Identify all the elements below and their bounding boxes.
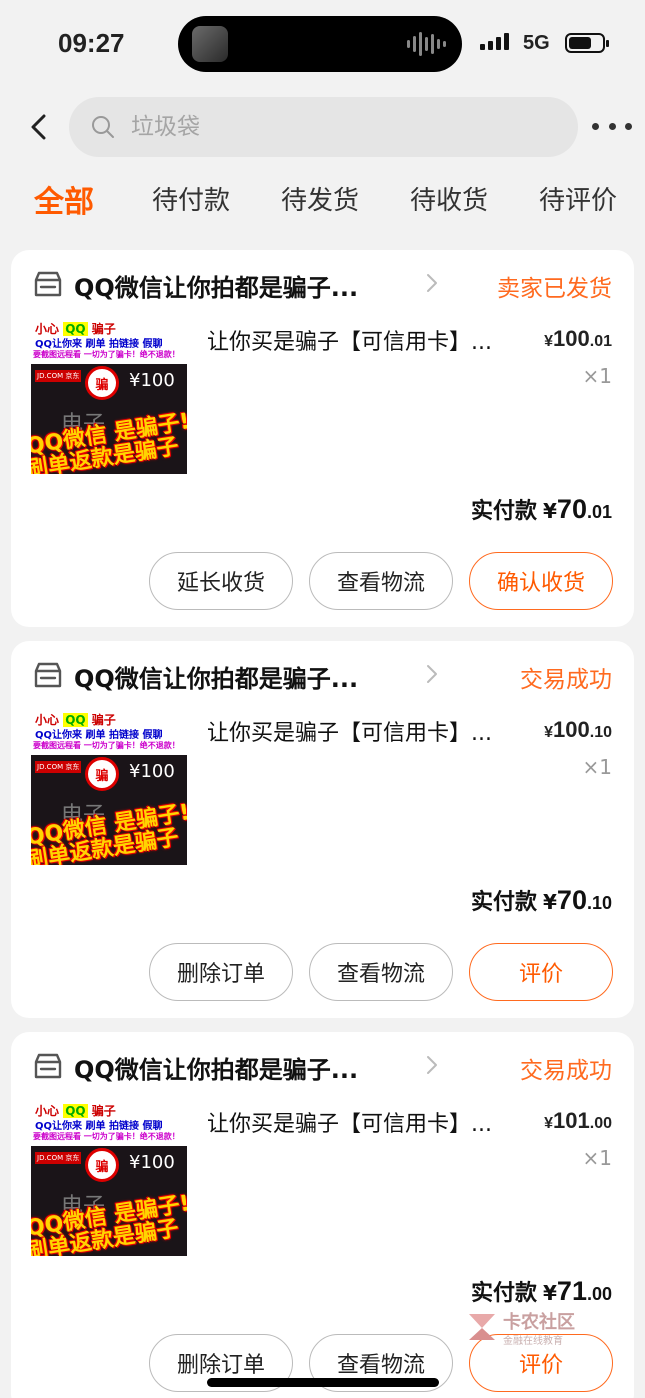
order-card-header: QQ微信让你拍都是骗子... 交易成功 [11, 1032, 634, 1098]
store-icon [34, 662, 62, 688]
thumb-text: JD.COM 京东 [35, 761, 82, 773]
order-card[interactable]: QQ微信让你拍都是骗子... 卖家已发货 小心 QQ 骗子 QQ让你来 刷单 拍… [11, 250, 634, 627]
chevron-right-icon[interactable] [421, 272, 443, 294]
thumb-text: 骗 [85, 366, 119, 400]
tab-pending-payment[interactable]: 待付款 [152, 180, 230, 217]
view-logistics-button[interactable]: 查看物流 [309, 943, 453, 1001]
thumb-text: 骗 [85, 1148, 119, 1182]
more-options-icon[interactable] [592, 116, 632, 136]
thumb-text: 骗子 [91, 322, 116, 336]
thumb-text: 小心 [35, 713, 60, 727]
thumb-text: QQ [63, 713, 88, 727]
quantity: ×1 [582, 1146, 612, 1170]
product-thumbnail[interactable]: 小心 QQ 骗子 QQ让你来 刷单 拍链接 假聊 要截图远程看 一切为了骗卡！绝… [31, 1100, 187, 1256]
shop-name[interactable]: QQ微信让你拍都是骗子... [74, 1050, 358, 1085]
quantity: ×1 [582, 364, 612, 388]
now-playing-artwork [192, 26, 228, 62]
unit-price: ¥100.10 [544, 717, 612, 742]
order-status: 卖家已发货 [497, 276, 612, 302]
thumb-text: ¥100 [129, 1152, 175, 1173]
thumb-text: QQ让你来 刷单 拍链接 假聊 [35, 730, 163, 741]
thumb-text: 小心 [35, 1104, 60, 1118]
cellular-signal-icon [480, 32, 509, 50]
tab-pending-receipt[interactable]: 待收货 [410, 180, 488, 217]
shop-name[interactable]: QQ微信让你拍都是骗子... [74, 659, 358, 694]
product-title[interactable]: 让你买是骗子【可信用卡】... [207, 715, 531, 747]
watermark-logo-icon [469, 1314, 495, 1340]
tab-pending-review[interactable]: 待评价 [539, 180, 617, 217]
home-indicator[interactable] [207, 1378, 439, 1387]
thumb-text: QQ [63, 322, 88, 336]
network-type: 5G [523, 32, 550, 54]
thumb-text: QQ让你来 刷单 拍链接 假聊 [35, 1121, 163, 1132]
chevron-right-icon[interactable] [421, 1054, 443, 1076]
battery-level [569, 37, 591, 49]
product-title[interactable]: 让你买是骗子【可信用卡】... [207, 324, 531, 356]
order-tabs: 全部 待付款 待发货 待收货 待评价 [0, 180, 645, 230]
tab-pending-shipment[interactable]: 待发货 [281, 180, 359, 217]
order-status: 交易成功 [520, 1058, 612, 1084]
thumb-text: 骗子 [91, 1104, 116, 1118]
thumb-text: ¥100 [129, 761, 175, 782]
amount-paid: 实付款 ¥70.10 [470, 885, 612, 915]
dynamic-island[interactable] [178, 16, 462, 72]
order-action-button[interactable]: 延长收货 [149, 552, 293, 610]
primary-action-button[interactable]: 评价 [469, 943, 613, 1001]
chevron-left-icon [31, 114, 46, 140]
tab-all[interactable]: 全部 [34, 177, 94, 221]
order-card-header: QQ微信让你拍都是骗子... 卖家已发货 [11, 250, 634, 316]
search-icon [92, 116, 114, 138]
product-thumbnail[interactable]: 小心 QQ 骗子 QQ让你来 刷单 拍链接 假聊 要截图远程看 一切为了骗卡！绝… [31, 318, 187, 474]
thumb-text: JD.COM 京东 [35, 1152, 82, 1164]
thumb-text: 骗子 [91, 713, 116, 727]
thumb-text: 要截图远程看 一切为了骗卡！绝不退款！ [33, 741, 180, 750]
chevron-right-icon[interactable] [421, 663, 443, 685]
thumb-text: ¥100 [129, 370, 175, 391]
order-status: 交易成功 [520, 667, 612, 693]
product-title[interactable]: 让你买是骗子【可信用卡】... [207, 1106, 531, 1138]
store-icon [34, 1053, 62, 1079]
thumb-text: QQ让你来 刷单 拍链接 假聊 [35, 339, 163, 350]
thumb-text: 小心 [35, 322, 60, 336]
battery-icon [565, 33, 609, 53]
quantity: ×1 [582, 755, 612, 779]
thumb-text: QQ [63, 1104, 88, 1118]
order-card[interactable]: QQ微信让你拍都是骗子... 交易成功 小心 QQ 骗子 QQ让你来 刷单 拍链… [11, 641, 634, 1018]
product-thumbnail[interactable]: 小心 QQ 骗子 QQ让你来 刷单 拍链接 假聊 要截图远程看 一切为了骗卡！绝… [31, 709, 187, 865]
amount-paid: 实付款 ¥71.00 [470, 1276, 612, 1306]
primary-action-button[interactable]: 确认收货 [469, 552, 613, 610]
thumb-text: 要截图远程看 一切为了骗卡！绝不退款！ [33, 1132, 180, 1141]
amount-paid: 实付款 ¥70.01 [470, 494, 612, 524]
unit-price: ¥101.00 [544, 1108, 612, 1133]
view-logistics-button[interactable]: 查看物流 [309, 552, 453, 610]
watermark: 卡农社区 金融在线教育 [465, 1306, 595, 1354]
search-input[interactable] [131, 114, 551, 140]
order-card-header: QQ微信让你拍都是骗子... 交易成功 [11, 641, 634, 707]
status-time: 09:27 [58, 28, 125, 58]
order-action-button[interactable]: 删除订单 [149, 943, 293, 1001]
thumb-text: JD.COM 京东 [35, 370, 82, 382]
back-button[interactable] [22, 110, 56, 144]
audio-wave-icon [407, 30, 446, 58]
thumb-text: 要截图远程看 一切为了骗卡！绝不退款！ [33, 350, 180, 359]
search-bar[interactable] [69, 97, 578, 157]
thumb-text: 骗 [85, 757, 119, 791]
status-bar: 09:27 5G [0, 0, 645, 90]
store-icon [34, 271, 62, 297]
watermark-text: 卡农社区 [503, 1312, 575, 1333]
watermark-subtext: 金融在线教育 [503, 1336, 563, 1347]
shop-name[interactable]: QQ微信让你拍都是骗子... [74, 268, 358, 303]
unit-price: ¥100.01 [544, 326, 612, 351]
